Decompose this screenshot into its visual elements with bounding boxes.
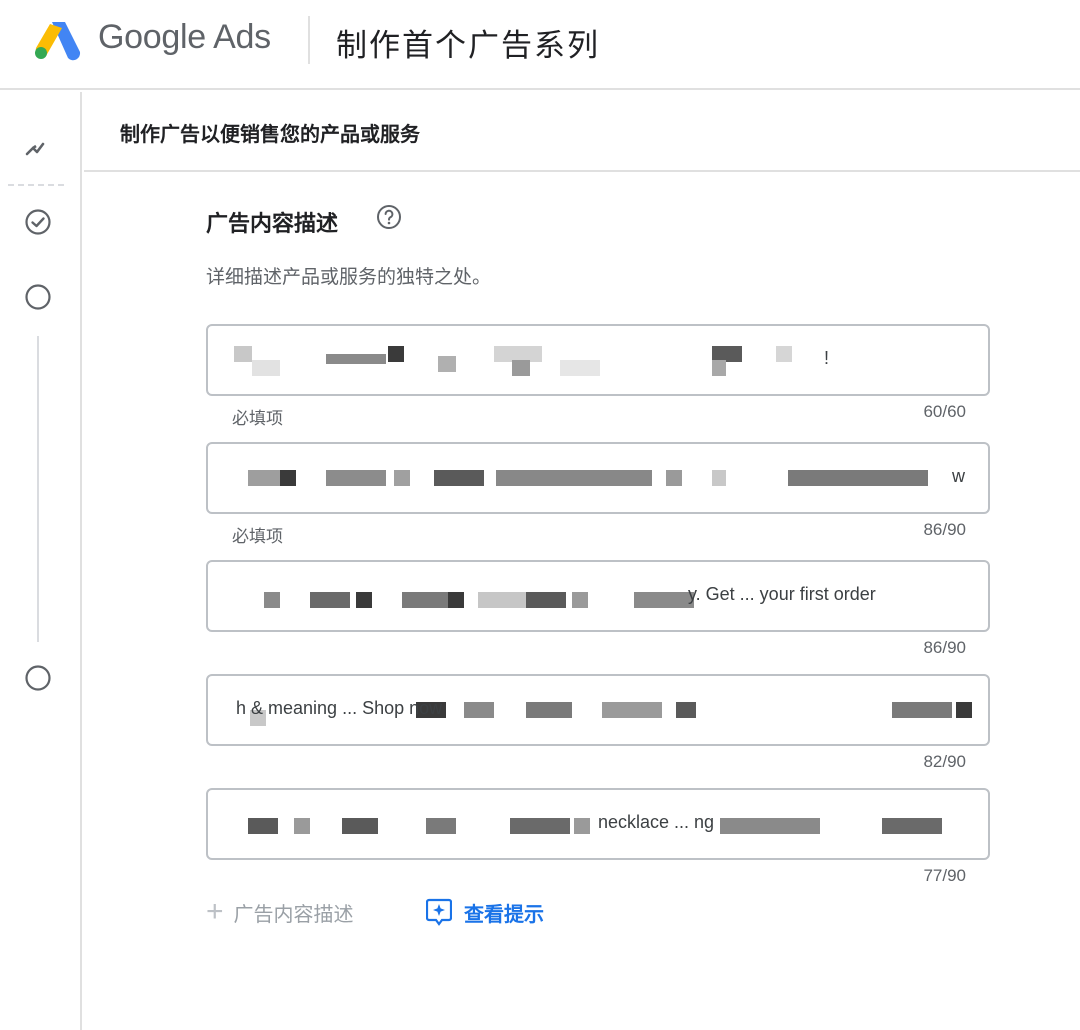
add-description-label: 广告内容描述 (233, 903, 354, 926)
visible-tail-text: w (952, 466, 965, 486)
plus-icon: + (206, 895, 224, 928)
input-helper-row: 必填项 60/60 (206, 396, 990, 430)
page-title: 制作首个广告系列 (336, 28, 600, 64)
section-title: 制作广告以便销售您的产品或服务 (120, 122, 420, 146)
visible-tail-text: necklace ... ng (598, 812, 715, 832)
character-count: 77/90 (923, 866, 966, 885)
description-input-box: ! (206, 324, 990, 396)
description-field-5: necklace ... ng 77/90 (206, 788, 990, 894)
input-helper-row: 86/90 (206, 632, 990, 666)
field-actions: + 广告内容描述 查看提示 (206, 892, 990, 936)
field-title: 广告内容描述 (206, 212, 339, 237)
step-circle-icon[interactable] (24, 664, 52, 692)
description-input-box: necklace ... ng (206, 788, 990, 860)
main-panel: 制作广告以便销售您的产品或服务 广告内容描述 详细描述产品或服务的独特之处。 !… (84, 92, 1080, 1030)
add-description-button[interactable]: + 广告内容描述 (206, 892, 354, 932)
character-count: 82/90 (923, 752, 966, 771)
top-header: Google Ads 制作首个广告系列 (0, 0, 1080, 90)
section-header: 制作广告以便销售您的产品或服务 (84, 92, 1080, 172)
visible-tail-text: y. Get ... your first order (688, 584, 876, 604)
required-label: 必填项 (232, 409, 283, 429)
visible-tail-text: h & meaning ... Shop now (236, 698, 443, 718)
character-count: 60/60 (923, 402, 966, 421)
description-input-box: y. Get ... your first order (206, 560, 990, 632)
help-circle-icon[interactable] (376, 204, 402, 230)
description-input[interactable] (208, 326, 988, 394)
field-description: 详细描述产品或服务的独特之处。 (206, 266, 492, 288)
description-section: 广告内容描述 详细描述产品或服务的独特之处。 ! 必填项 60/60 w 必填项… (84, 174, 1080, 1030)
check-circle-icon[interactable] (24, 208, 52, 236)
step-circle-icon[interactable] (24, 283, 52, 311)
description-input-box: h & meaning ... Shop now (206, 674, 990, 746)
input-helper-row: 77/90 (206, 860, 990, 894)
character-count: 86/90 (923, 638, 966, 657)
visible-tail-text: ! (824, 348, 830, 368)
description-input[interactable] (208, 444, 988, 512)
description-field-3: y. Get ... your first order 86/90 (206, 560, 990, 666)
description-field-1: ! 必填项 60/60 (206, 324, 990, 430)
input-helper-row: 82/90 (206, 746, 990, 780)
brand-name: Google Ads (98, 18, 271, 56)
rail-connector-line (37, 336, 39, 642)
input-helper-row: 必填项 86/90 (206, 514, 990, 548)
header-divider (308, 16, 310, 64)
sparkle-tips-icon (426, 898, 452, 926)
description-field-4: h & meaning ... Shop now 82/90 (206, 674, 990, 780)
trending-icon[interactable] (24, 136, 52, 160)
view-tips-label: 查看提示 (464, 903, 544, 926)
rail-dashed-divider (8, 184, 64, 186)
description-field-2: w 必填项 86/90 (206, 442, 990, 548)
progress-rail (0, 92, 82, 1030)
view-tips-button[interactable]: 查看提示 (426, 892, 544, 932)
google-ads-logo-icon (35, 22, 81, 61)
required-label: 必填项 (232, 527, 283, 547)
description-input-box: w (206, 442, 990, 514)
character-count: 86/90 (923, 520, 966, 539)
